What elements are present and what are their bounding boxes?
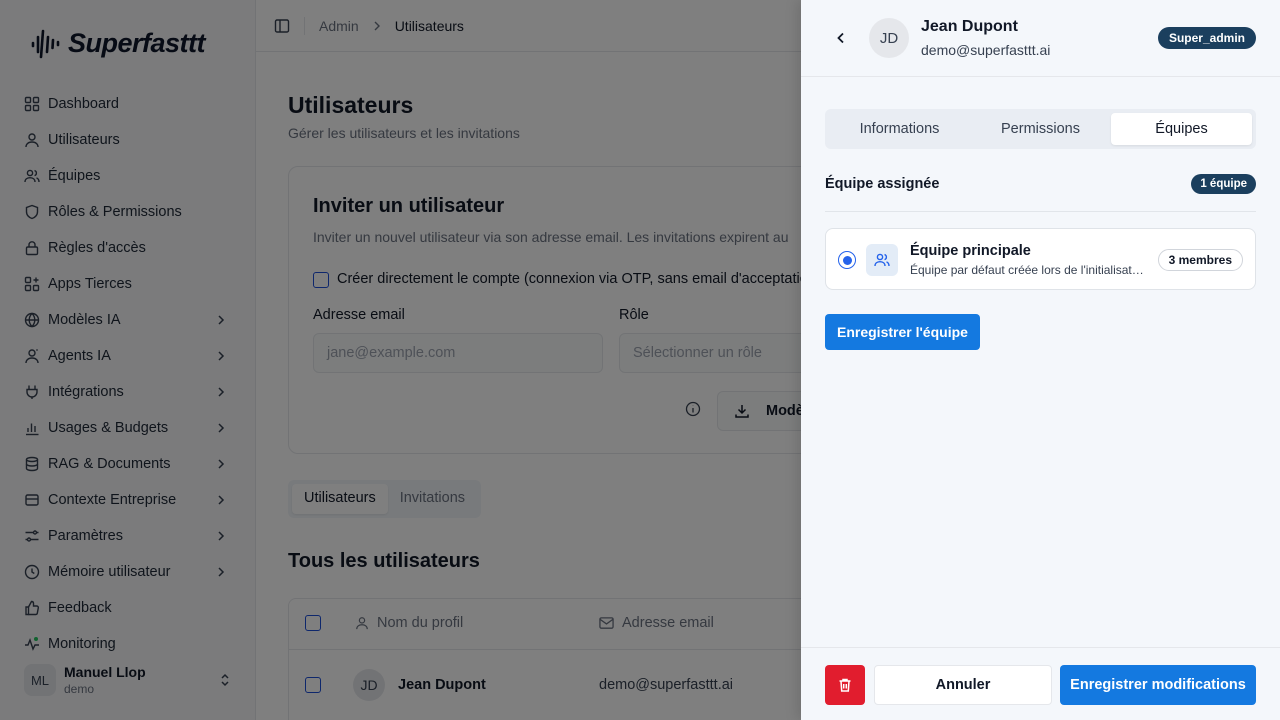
trash-icon <box>839 678 851 692</box>
drawer-footer: Annuler Enregistrer modifications <box>801 647 1280 720</box>
tab-informations[interactable]: Informations <box>829 113 970 145</box>
save-team-button[interactable]: Enregistrer l'équipe <box>825 314 980 350</box>
save-changes-button[interactable]: Enregistrer modifications <box>1060 665 1256 705</box>
back-button[interactable] <box>831 28 851 48</box>
cancel-button[interactable]: Annuler <box>874 665 1052 705</box>
divider <box>825 211 1256 212</box>
drawer-user-email: demo@superfasttt.ai <box>921 42 1051 58</box>
chevron-left-icon <box>837 32 844 44</box>
team-name: Équipe principale <box>910 243 1031 259</box>
drawer-user-name: Jean Dupont <box>921 18 1018 35</box>
drawer-tabs: Informations Permissions Équipes <box>825 109 1256 149</box>
team-count-badge: 1 équipe <box>1191 174 1256 194</box>
team-option[interactable]: Équipe principale Équipe par défaut créé… <box>825 228 1256 290</box>
radio-selected-dot <box>842 255 852 265</box>
team-description: Équipe par défaut créée lors de l'initia… <box>910 263 1144 277</box>
assigned-team-label: Équipe assignée <box>825 176 940 192</box>
tab-permissions[interactable]: Permissions <box>970 113 1111 145</box>
avatar: JD <box>869 18 909 58</box>
tab-equipes[interactable]: Équipes <box>1111 113 1252 145</box>
drawer-header: JD Jean Dupont demo@superfasttt.ai Super… <box>801 0 1280 77</box>
user-detail-drawer: JD Jean Dupont demo@superfasttt.ai Super… <box>801 0 1280 720</box>
delete-button[interactable] <box>825 665 865 705</box>
member-count-badge: 3 membres <box>1157 249 1243 271</box>
users-icon <box>866 244 898 276</box>
role-badge: Super_admin <box>1157 27 1256 49</box>
team-radio[interactable] <box>838 251 856 269</box>
